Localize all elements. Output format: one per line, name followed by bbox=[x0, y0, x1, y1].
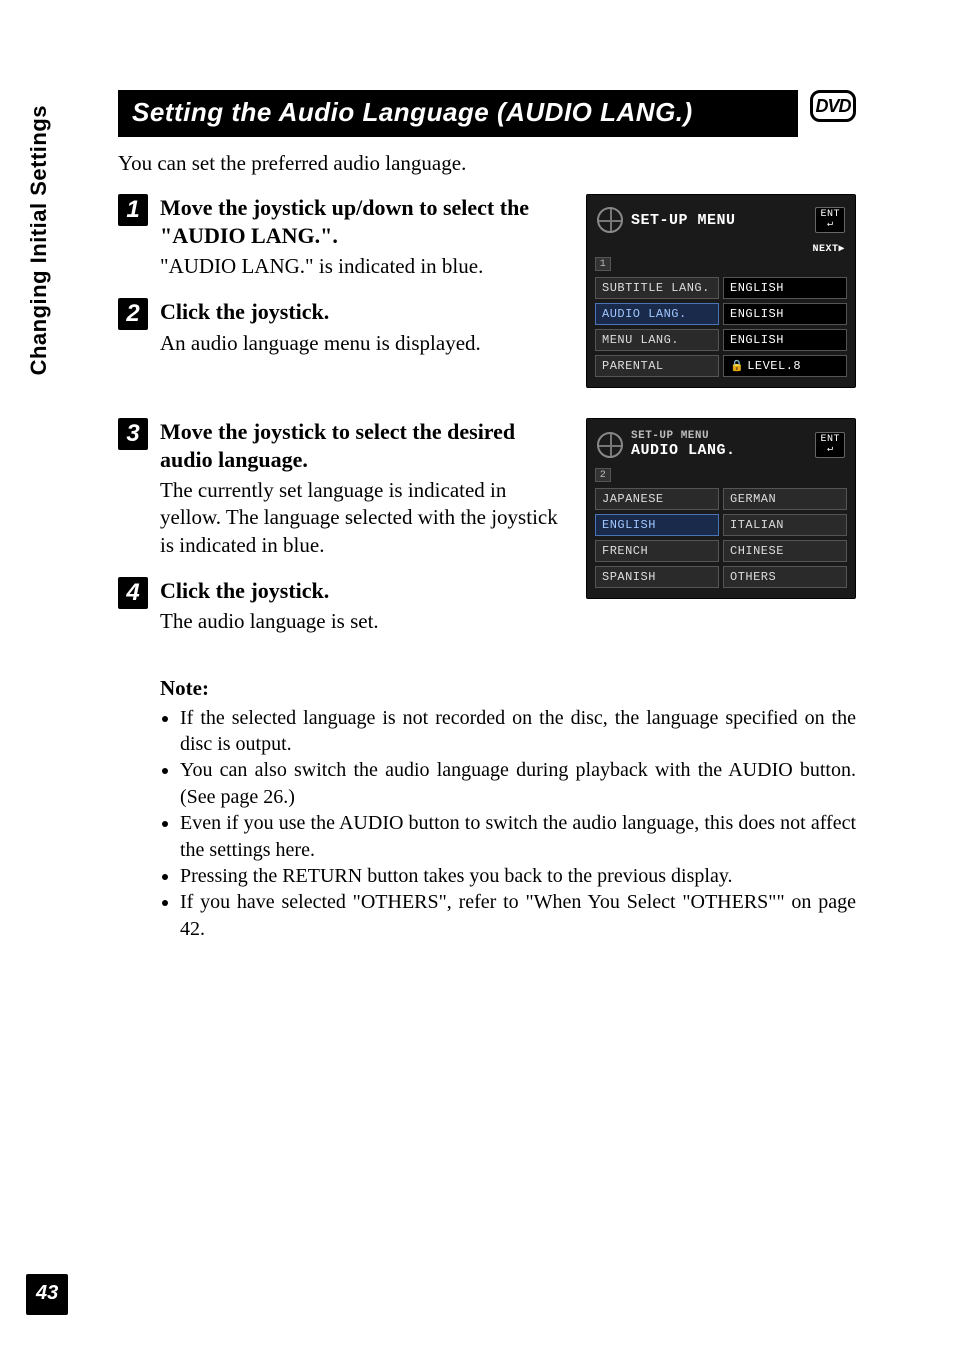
step-description: "AUDIO LANG." is indicated in blue. bbox=[160, 253, 572, 280]
menu-value: LEVEL.8 bbox=[723, 355, 847, 377]
globe-icon bbox=[597, 432, 623, 458]
tab-indicator: 1 bbox=[595, 257, 611, 271]
page-number: 43 bbox=[26, 1274, 68, 1315]
step-heading: Move the joystick to select the desired … bbox=[160, 418, 572, 473]
manual-page: Changing Initial Settings 43 Setting the… bbox=[0, 0, 954, 1355]
note-item: If you have selected "OTHERS", refer to … bbox=[180, 889, 856, 942]
intro-text: You can set the preferred audio language… bbox=[118, 151, 856, 176]
step-number: 1 bbox=[118, 194, 148, 226]
note-item: You can also switch the audio language d… bbox=[180, 757, 856, 810]
language-option: ITALIAN bbox=[723, 514, 847, 536]
step-number: 3 bbox=[118, 418, 148, 450]
step-number: 2 bbox=[118, 298, 148, 330]
ent-icon: ENT↵ bbox=[815, 432, 845, 458]
menu-label: MENU LANG. bbox=[595, 329, 719, 351]
note-item: Even if you use the AUDIO button to swit… bbox=[180, 810, 856, 863]
section-tab: Changing Initial Settings bbox=[26, 105, 52, 375]
step-heading: Click the joystick. bbox=[160, 298, 572, 326]
language-option: ENGLISH bbox=[595, 514, 719, 536]
page-title: Setting the Audio Language (AUDIO LANG.) bbox=[118, 90, 798, 137]
menu-value: ENGLISH bbox=[723, 303, 847, 325]
language-option: JAPANESE bbox=[595, 488, 719, 510]
step-heading: Move the joystick up/down to select the … bbox=[160, 194, 572, 249]
setup-menu-screenshot: SET-UP MENU ENT↵ NEXT▶ 1 SUBTITLE LANG.E… bbox=[586, 194, 856, 388]
next-indicator: NEXT▶ bbox=[595, 243, 847, 255]
note-item: Pressing the RETURN button takes you bac… bbox=[180, 863, 856, 889]
step-2: 2 Click the joystick. An audio language … bbox=[118, 298, 572, 357]
menu-value: ENGLISH bbox=[723, 329, 847, 351]
step-description: The currently set language is indicated … bbox=[160, 477, 572, 559]
notes-section: Note: If the selected language is not re… bbox=[160, 676, 856, 943]
audio-lang-screenshot: SET-UP MENU AUDIO LANG. ENT↵ 2 JAPANESEG… bbox=[586, 418, 856, 599]
menu-label: PARENTAL bbox=[595, 355, 719, 377]
step-description: An audio language menu is displayed. bbox=[160, 330, 572, 357]
step-number: 4 bbox=[118, 577, 148, 609]
language-option: OTHERS bbox=[723, 566, 847, 588]
language-option: GERMAN bbox=[723, 488, 847, 510]
dvd-badge: DVD bbox=[810, 90, 856, 122]
step-description: The audio language is set. bbox=[160, 608, 572, 635]
language-option: SPANISH bbox=[595, 566, 719, 588]
note-item: If the selected language is not recorded… bbox=[180, 705, 856, 758]
step-3: 3 Move the joystick to select the desire… bbox=[118, 418, 572, 559]
screen-title: AUDIO LANG. bbox=[631, 443, 736, 459]
language-option: FRENCH bbox=[595, 540, 719, 562]
menu-label: AUDIO LANG. bbox=[595, 303, 719, 325]
menu-label: SUBTITLE LANG. bbox=[595, 277, 719, 299]
globe-icon bbox=[597, 207, 623, 233]
tab-indicator: 2 bbox=[595, 468, 611, 482]
language-option: CHINESE bbox=[723, 540, 847, 562]
menu-value: ENGLISH bbox=[723, 277, 847, 299]
step-4: 4 Click the joystick. The audio language… bbox=[118, 577, 572, 636]
screen-subtitle: SET-UP MENU bbox=[631, 431, 736, 443]
step-1: 1 Move the joystick up/down to select th… bbox=[118, 194, 572, 280]
ent-icon: ENT↵ bbox=[815, 207, 845, 233]
notes-heading: Note: bbox=[160, 676, 856, 701]
screen-title: SET-UP MENU bbox=[631, 212, 736, 229]
step-heading: Click the joystick. bbox=[160, 577, 572, 605]
